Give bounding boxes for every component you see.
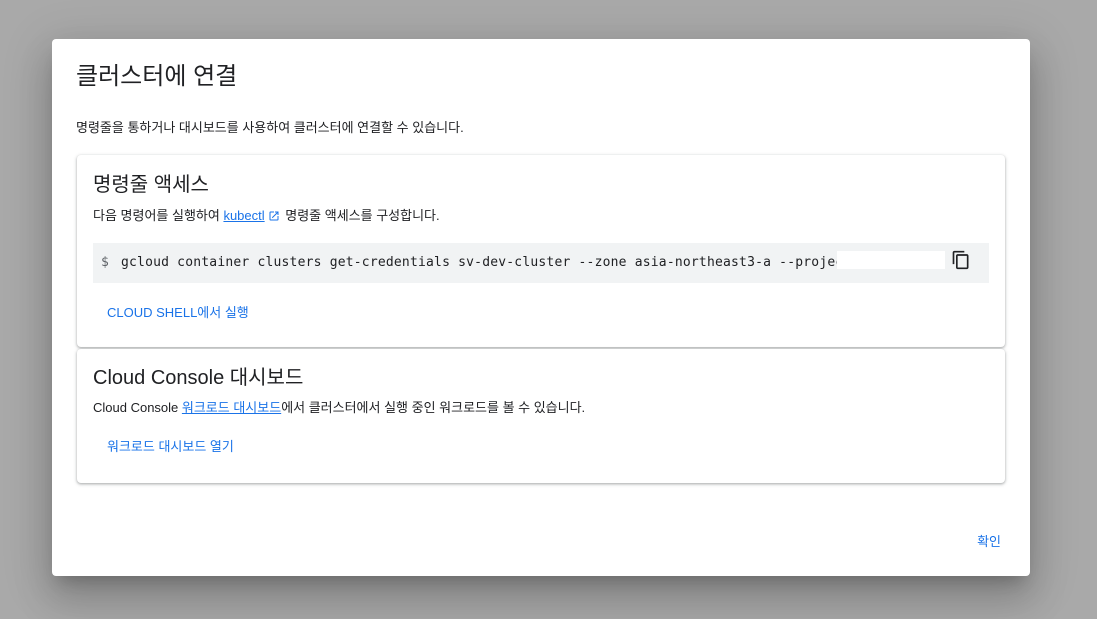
dialog-title: 클러스터에 연결 <box>76 63 238 90</box>
kubectl-link[interactable]: kubectl <box>223 208 264 223</box>
open-workload-dashboard-button[interactable]: 워크로드 대시보드 열기 <box>93 429 248 465</box>
run-in-cloud-shell-button[interactable]: CLOUD SHELL에서 실행 <box>93 295 263 331</box>
console-dashboard-card: Cloud Console 대시보드 Cloud Console 워크로드 대시… <box>77 349 1005 483</box>
cli-text-before: 다음 명령어를 실행하여 <box>93 208 224 223</box>
connect-cluster-dialog: 클러스터에 연결 명령줄을 통하거나 대시보드를 사용하여 클러스터에 연결할 … <box>52 39 1030 576</box>
copy-icon[interactable] <box>951 250 971 270</box>
cli-card-text: 다음 명령어를 실행하여 kubectl 명령줄 액세스를 구성합니다. <box>93 208 440 226</box>
cli-access-card: 명령줄 액세스 다음 명령어를 실행하여 kubectl 명령줄 액세스를 구성… <box>77 155 1005 347</box>
cli-card-title: 명령줄 액세스 <box>93 174 209 196</box>
console-card-title: Cloud Console 대시보드 <box>93 367 304 389</box>
cli-text-after: 명령줄 액세스를 구성합니다. <box>281 208 440 223</box>
command-prompt: $ <box>101 255 109 270</box>
project-value <box>837 251 945 269</box>
console-card-text: Cloud Console 워크로드 대시보드에서 클러스터에서 실행 중인 워… <box>93 400 585 416</box>
ok-button[interactable]: 확인 <box>964 522 1014 558</box>
console-text-before: Cloud Console <box>93 400 182 415</box>
dialog-description: 명령줄을 통하거나 대시보드를 사용하여 클러스터에 연결할 수 있습니다. <box>76 120 464 135</box>
workload-dashboard-link[interactable]: 워크로드 대시보드 <box>182 400 281 415</box>
command-box: $ gcloud container clusters get-credenti… <box>93 243 989 283</box>
open-in-new-icon[interactable] <box>268 210 280 226</box>
console-text-after: 에서 클러스터에서 실행 중인 워크로드를 볼 수 있습니다. <box>281 400 586 415</box>
command-text[interactable]: gcloud container clusters get-credential… <box>121 255 851 271</box>
